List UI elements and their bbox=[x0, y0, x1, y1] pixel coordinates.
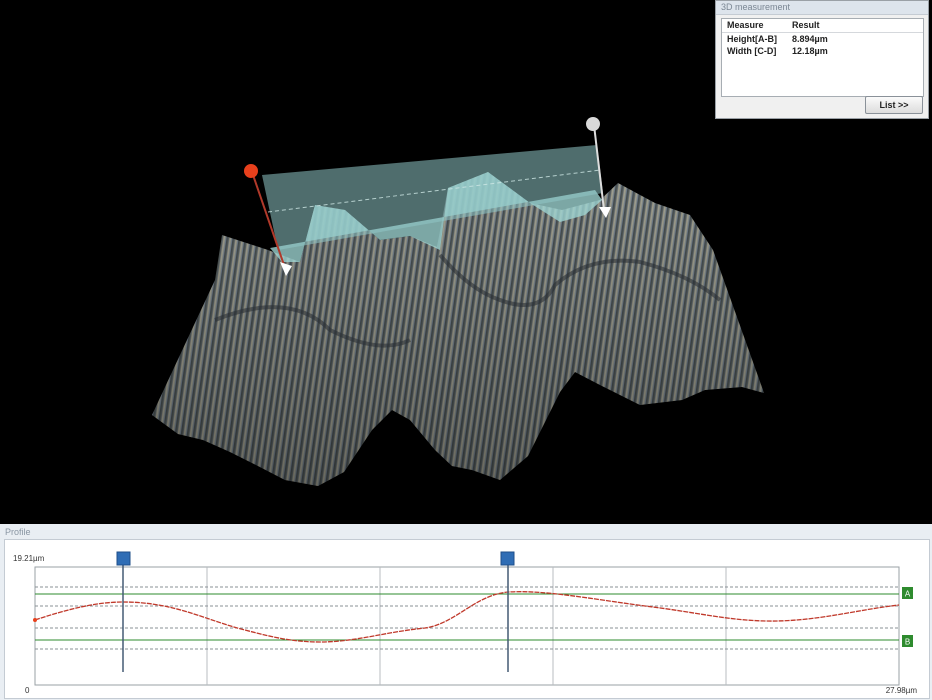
list-button[interactable]: List >> bbox=[865, 96, 923, 114]
profile-chart[interactable]: A B bbox=[5, 540, 929, 698]
marker-b-label: B bbox=[905, 638, 910, 647]
measurement-table-header: Measure Result bbox=[722, 19, 923, 33]
x-min-label: 0 bbox=[25, 686, 30, 695]
marker-a-label: A bbox=[905, 590, 911, 599]
measurement-table: Measure Result Height[A-B] 8.894µm Width… bbox=[721, 18, 924, 97]
table-row[interactable]: Height[A-B] 8.894µm bbox=[722, 33, 923, 45]
measurement-panel: 3D measurement Measure Result Height[A-B… bbox=[715, 0, 929, 119]
measurement-panel-title: 3D measurement bbox=[716, 1, 928, 15]
result-column-header[interactable]: Result bbox=[792, 20, 820, 30]
table-row[interactable]: Width [C-D] 12.18µm bbox=[722, 45, 923, 57]
measure-name: Width [C-D] bbox=[727, 46, 777, 56]
profile-plot[interactable]: A B 19.21µm 0 27.98µm bbox=[4, 539, 930, 699]
measure-result: 12.18µm bbox=[792, 46, 828, 56]
profile-panel: Profile A B 19.21µm 0 27.98µm bbox=[0, 524, 932, 700]
profile-panel-title: Profile bbox=[5, 527, 31, 537]
point-a-handle-icon[interactable] bbox=[244, 164, 258, 178]
y-max-label: 19.21µm bbox=[13, 554, 45, 563]
cursor-c-icon[interactable] bbox=[116, 551, 131, 566]
x-max-label: 27.98µm bbox=[885, 686, 917, 695]
measure-result: 8.894µm bbox=[792, 34, 828, 44]
point-b-handle-icon[interactable] bbox=[586, 117, 600, 131]
measure-column-header[interactable]: Measure bbox=[727, 20, 764, 30]
measure-name: Height[A-B] bbox=[727, 34, 777, 44]
cursor-d-icon[interactable] bbox=[500, 551, 515, 566]
profile-plot-area bbox=[34, 566, 900, 686]
